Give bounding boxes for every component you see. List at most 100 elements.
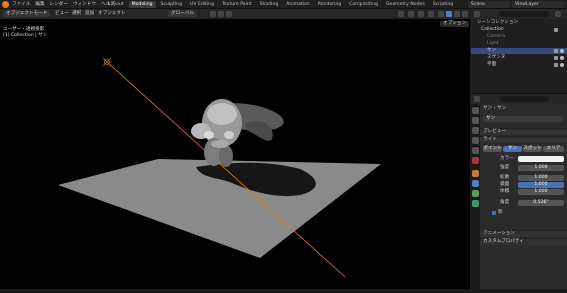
outliner-row[interactable]: スザンヌ bbox=[471, 55, 567, 61]
eye-icon[interactable] bbox=[560, 56, 564, 60]
view-layer-tab-icon[interactable] bbox=[472, 137, 479, 144]
menu-select[interactable]: 選択 bbox=[72, 11, 81, 17]
menu-view[interactable]: ビュー bbox=[55, 11, 69, 17]
tab-uv-editing[interactable]: UV Editing bbox=[187, 1, 217, 8]
tab-shading[interactable]: Shading bbox=[257, 1, 282, 8]
section-light[interactable]: ライト bbox=[480, 136, 567, 143]
properties-breadcrumb: サン › サン bbox=[483, 106, 507, 111]
pivot-icon[interactable] bbox=[210, 11, 216, 17]
light-type-spot[interactable]: スポット bbox=[523, 146, 542, 152]
properties-panel: サン › サン サン プレビュー ライト ポイント サン スポット エリア カラ… bbox=[480, 104, 567, 293]
strength-label: 強度 bbox=[500, 165, 510, 170]
breadcrumb-light: サン bbox=[496, 106, 507, 111]
light-type-point[interactable]: ポイント bbox=[483, 146, 502, 152]
outliner-editor-type-icon[interactable] bbox=[474, 11, 480, 17]
scene-collection-label: シーンコレクション bbox=[477, 20, 519, 25]
scene-selector[interactable]: Scene bbox=[468, 1, 510, 8]
menu-object[interactable]: オブジェクト bbox=[98, 11, 126, 17]
outliner-row-label: サン bbox=[487, 48, 497, 53]
section-preview[interactable]: プレビュー bbox=[480, 128, 567, 135]
viewport-scene bbox=[58, 57, 381, 278]
menu-render[interactable]: レンダー bbox=[50, 1, 68, 8]
scene-tab-icon[interactable] bbox=[472, 147, 479, 154]
outliner-row[interactable]: サン bbox=[471, 48, 567, 54]
object-data-light-tab-icon[interactable] bbox=[472, 200, 479, 207]
properties-editor-type-icon[interactable] bbox=[474, 96, 480, 102]
suzanne-mesh bbox=[191, 99, 284, 167]
tab-texture-paint[interactable]: Texture Paint bbox=[219, 1, 255, 8]
physics-tab-icon[interactable] bbox=[472, 190, 479, 197]
active-object-label: (1) Collection | サン bbox=[3, 33, 48, 38]
eye-icon[interactable] bbox=[560, 49, 564, 53]
material-shading-icon[interactable] bbox=[454, 11, 460, 17]
angle-field[interactable]: 0.526° bbox=[518, 200, 564, 206]
snap-icon[interactable] bbox=[218, 11, 224, 17]
outliner-scene-collection[interactable]: シーンコレクション bbox=[471, 20, 567, 26]
strength-field[interactable]: 1.000 bbox=[518, 165, 564, 171]
overlay-icon[interactable] bbox=[418, 11, 424, 17]
tool-tab-icon[interactable] bbox=[472, 107, 479, 114]
proportional-edit-icon[interactable] bbox=[226, 11, 232, 17]
camera-visibility-icon[interactable] bbox=[554, 56, 558, 60]
tab-sculpting[interactable]: Sculpting bbox=[158, 1, 185, 8]
diffuse-label: 拡散 bbox=[500, 175, 510, 180]
light-type-sun[interactable]: サン bbox=[503, 146, 522, 152]
outliner-row[interactable]: Camera bbox=[471, 34, 567, 40]
diffuse-field[interactable]: 1.000 bbox=[518, 175, 564, 181]
menu-window[interactable]: ウィンドウ bbox=[73, 1, 96, 8]
shadow-checkbox[interactable] bbox=[492, 211, 496, 215]
outliner-row[interactable]: 平面 bbox=[471, 62, 567, 68]
volume-field[interactable]: 1.000 bbox=[518, 189, 564, 195]
solid-shading-icon[interactable] bbox=[446, 11, 452, 17]
world-tab-icon[interactable] bbox=[472, 157, 479, 164]
output-tab-icon[interactable] bbox=[472, 127, 479, 134]
workspace-tabs: Layout Modeling Sculpting UV Editing Tex… bbox=[105, 1, 456, 8]
options-button[interactable]: オプション bbox=[440, 21, 469, 27]
checkbox-icon[interactable] bbox=[554, 28, 558, 32]
specular-field[interactable]: 1.000 bbox=[518, 182, 564, 188]
mode-selector[interactable]: オブジェクトモード bbox=[3, 11, 51, 17]
tab-scripting[interactable]: Scripting bbox=[430, 1, 456, 8]
outliner-search-input[interactable] bbox=[499, 11, 549, 17]
tab-layout[interactable]: Layout bbox=[105, 1, 127, 8]
tab-geometry-nodes[interactable]: Geometry Nodes bbox=[383, 1, 428, 8]
light-datablock-name[interactable]: サン bbox=[483, 116, 563, 122]
wireframe-shading-icon[interactable] bbox=[438, 11, 444, 17]
object-tab-icon[interactable] bbox=[472, 170, 479, 177]
camera-visibility-icon[interactable] bbox=[554, 63, 558, 67]
rendered-shading-icon[interactable] bbox=[462, 11, 468, 17]
menu-add[interactable]: 追加 bbox=[85, 11, 94, 17]
menu-file[interactable]: ファイル bbox=[12, 1, 30, 8]
outliner-row-label: Light bbox=[487, 41, 499, 46]
section-animation[interactable]: アニメーション bbox=[480, 230, 567, 237]
transform-orientation[interactable]: グローバル bbox=[168, 11, 197, 17]
blender-logo-icon[interactable] bbox=[2, 1, 9, 8]
tab-modeling[interactable]: Modeling bbox=[128, 1, 156, 8]
camera-visibility-icon[interactable] bbox=[554, 49, 558, 53]
main-menu: ファイル 編集 レンダー ウィンドウ ヘルプ bbox=[12, 1, 115, 8]
light-type-area[interactable]: エリア bbox=[543, 146, 564, 152]
gizmo-icon[interactable] bbox=[408, 11, 414, 17]
render-tab-icon[interactable] bbox=[472, 117, 479, 124]
section-custom-properties[interactable]: カスタムプロパティ bbox=[480, 238, 567, 245]
visibility-icon[interactable] bbox=[398, 11, 404, 17]
tab-compositing[interactable]: Compositing bbox=[346, 1, 381, 8]
properties-search-input[interactable] bbox=[499, 96, 549, 102]
modifier-tab-icon[interactable] bbox=[472, 180, 479, 187]
3d-viewport[interactable] bbox=[0, 19, 470, 289]
tab-rendering[interactable]: Rendering bbox=[315, 1, 344, 8]
breadcrumb-object: サン bbox=[483, 106, 493, 111]
eye-icon[interactable] bbox=[560, 63, 564, 67]
outliner-header bbox=[471, 9, 567, 19]
view-layer-selector[interactable]: ViewLayer bbox=[512, 1, 565, 8]
outliner-row[interactable]: Collection bbox=[471, 27, 567, 33]
shadow-label: 影 bbox=[498, 210, 503, 215]
light-color-swatch[interactable] bbox=[518, 156, 564, 162]
xray-icon[interactable] bbox=[428, 11, 434, 17]
tab-animation[interactable]: Animation bbox=[283, 1, 312, 8]
menu-edit[interactable]: 編集 bbox=[35, 1, 44, 8]
volume-label: 体積 bbox=[500, 189, 510, 194]
viewport-header: オブジェクトモード ビュー 選択 追加 オブジェクト グローバル bbox=[0, 9, 470, 19]
outliner-row[interactable]: Light bbox=[471, 41, 567, 47]
filter-icon[interactable] bbox=[555, 11, 561, 17]
